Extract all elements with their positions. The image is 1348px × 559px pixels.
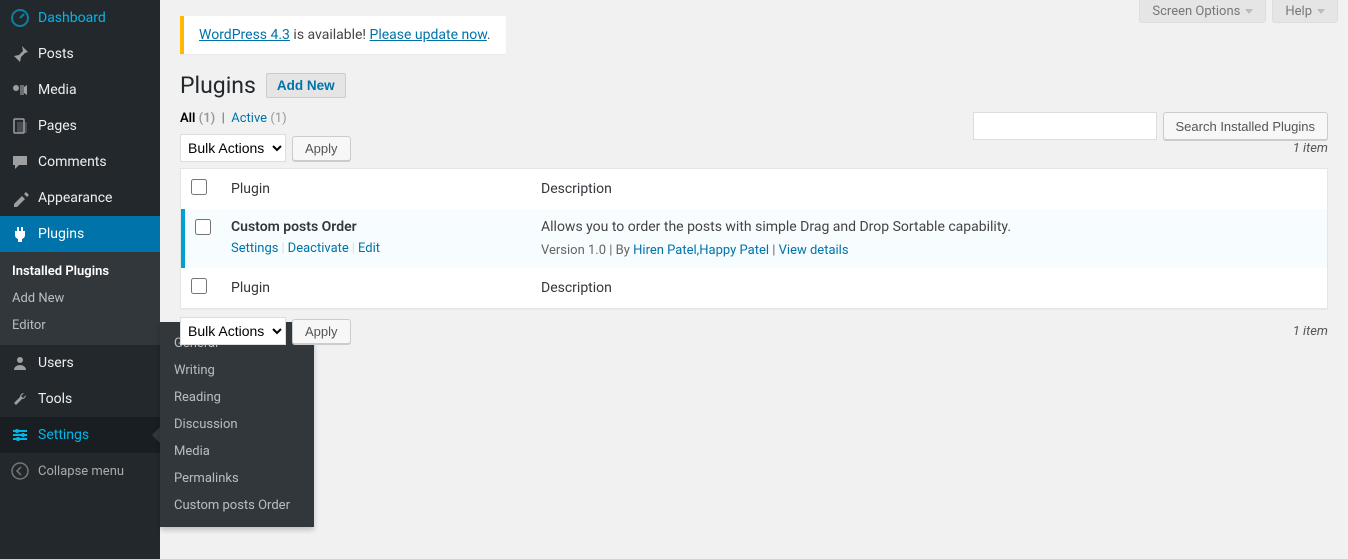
- sidebar-item-settings[interactable]: Settings: [0, 417, 160, 453]
- filter-active-count: (1): [270, 111, 286, 126]
- col-plugin[interactable]: Plugin: [221, 169, 531, 209]
- nag-text: is available!: [290, 27, 370, 43]
- submenu-installed-plugins[interactable]: Installed Plugins: [0, 258, 160, 285]
- bulk-actions-select[interactable]: Bulk Actions: [180, 134, 286, 162]
- add-new-button[interactable]: Add New: [266, 73, 346, 98]
- search-button[interactable]: Search Installed Plugins: [1163, 112, 1328, 140]
- main-content: WordPress 4.3 is available! Please updat…: [160, 0, 1348, 345]
- col-plugin-foot[interactable]: Plugin: [221, 268, 531, 308]
- page-title: Plugins: [180, 72, 256, 99]
- plugin-row: Custom posts Order Settings|Deactivate|E…: [181, 209, 1327, 268]
- sidebar-item-posts[interactable]: Posts: [0, 36, 160, 72]
- item-count-top: 1 item: [1293, 141, 1328, 156]
- sidebar-label: Pages: [38, 118, 77, 134]
- sidebar-item-dashboard[interactable]: Dashboard: [0, 0, 160, 36]
- row-actions: Settings|Deactivate|Edit: [231, 241, 521, 256]
- plugins-icon: [10, 224, 30, 244]
- col-description-foot[interactable]: Description: [531, 268, 1327, 308]
- action-deactivate[interactable]: Deactivate: [288, 241, 349, 256]
- plugin-meta: Version 1.0 | By Hiren Patel,Happy Patel…: [541, 243, 1317, 258]
- tools-icon: [10, 389, 30, 409]
- pages-icon: [10, 116, 30, 136]
- bulk-actions-select-bottom[interactable]: Bulk Actions: [180, 317, 286, 345]
- filter-all[interactable]: All (1): [180, 111, 215, 126]
- plugin-version: Version 1.0: [541, 243, 606, 258]
- by-label: By: [616, 243, 630, 258]
- filter-all-label: All: [180, 111, 195, 126]
- select-all-top[interactable]: [191, 179, 207, 195]
- sidebar-item-comments[interactable]: Comments: [0, 144, 160, 180]
- sidebar-item-appearance[interactable]: Appearance: [0, 180, 160, 216]
- admin-sidebar: Dashboard Posts Media Pages Comments App…: [0, 0, 160, 559]
- media-icon: [10, 80, 30, 100]
- flyout-reading[interactable]: Reading: [160, 384, 314, 411]
- action-settings[interactable]: Settings: [231, 241, 278, 256]
- submenu-editor[interactable]: Editor: [0, 312, 160, 339]
- filter-active[interactable]: Active (1): [231, 111, 286, 126]
- flyout-media[interactable]: Media: [160, 438, 314, 465]
- submenu-add-new[interactable]: Add New: [0, 285, 160, 312]
- sidebar-item-pages[interactable]: Pages: [0, 108, 160, 144]
- sidebar-label: Settings: [38, 427, 89, 443]
- flyout-discussion[interactable]: Discussion: [160, 411, 314, 438]
- item-count-bottom: 1 item: [1293, 324, 1328, 339]
- collapse-label: Collapse menu: [38, 464, 124, 479]
- sidebar-item-users[interactable]: Users: [0, 345, 160, 381]
- plugin-author-link[interactable]: Hiren Patel,Happy Patel: [633, 243, 769, 258]
- filter-all-count: (1): [199, 111, 216, 126]
- flyout-writing[interactable]: Writing: [160, 357, 314, 384]
- sidebar-label: Plugins: [38, 226, 84, 242]
- collapse-menu[interactable]: Collapse menu: [0, 453, 160, 489]
- apply-button-top[interactable]: Apply: [292, 136, 351, 161]
- col-description[interactable]: Description: [531, 169, 1327, 209]
- search-input[interactable]: [973, 112, 1157, 140]
- settings-icon: [10, 425, 30, 445]
- appearance-icon: [10, 188, 30, 208]
- pin-icon: [10, 44, 30, 64]
- search-box: Search Installed Plugins: [973, 112, 1328, 140]
- sidebar-item-media[interactable]: Media: [0, 72, 160, 108]
- action-edit[interactable]: Edit: [358, 241, 380, 256]
- filter-active-label: Active: [231, 111, 267, 126]
- sidebar-label: Media: [38, 82, 77, 98]
- flyout-permalinks[interactable]: Permalinks: [160, 465, 314, 492]
- plugins-submenu: Installed Plugins Add New Editor: [0, 252, 160, 345]
- sidebar-label: Dashboard: [38, 10, 106, 26]
- sidebar-label: Appearance: [38, 190, 112, 206]
- sidebar-label: Posts: [38, 46, 74, 62]
- users-icon: [10, 353, 30, 373]
- nag-suffix: .: [487, 27, 491, 43]
- collapse-icon: [10, 461, 30, 481]
- comments-icon: [10, 152, 30, 172]
- sidebar-label: Tools: [38, 391, 72, 407]
- wp-version-link[interactable]: WordPress 4.3: [199, 27, 290, 43]
- update-nag: WordPress 4.3 is available! Please updat…: [180, 16, 506, 54]
- select-all-bottom[interactable]: [191, 278, 207, 294]
- update-now-link[interactable]: Please update now: [370, 27, 487, 43]
- row-checkbox[interactable]: [195, 219, 211, 235]
- view-details-link[interactable]: View details: [779, 243, 849, 258]
- plugins-table: Plugin Description Custom posts Order Se…: [180, 168, 1328, 309]
- plugin-name: Custom posts Order: [231, 219, 521, 235]
- sidebar-label: Users: [38, 355, 74, 371]
- sidebar-label: Comments: [38, 154, 107, 170]
- sidebar-item-plugins[interactable]: Plugins: [0, 216, 160, 252]
- settings-flyout: General Writing Reading Discussion Media…: [160, 322, 314, 527]
- sidebar-item-tools[interactable]: Tools: [0, 381, 160, 417]
- plugin-description: Allows you to order the posts with simpl…: [541, 219, 1317, 235]
- dashboard-icon: [10, 8, 30, 28]
- flyout-custom-posts-order[interactable]: Custom posts Order: [160, 492, 314, 519]
- apply-button-bottom[interactable]: Apply: [292, 319, 351, 344]
